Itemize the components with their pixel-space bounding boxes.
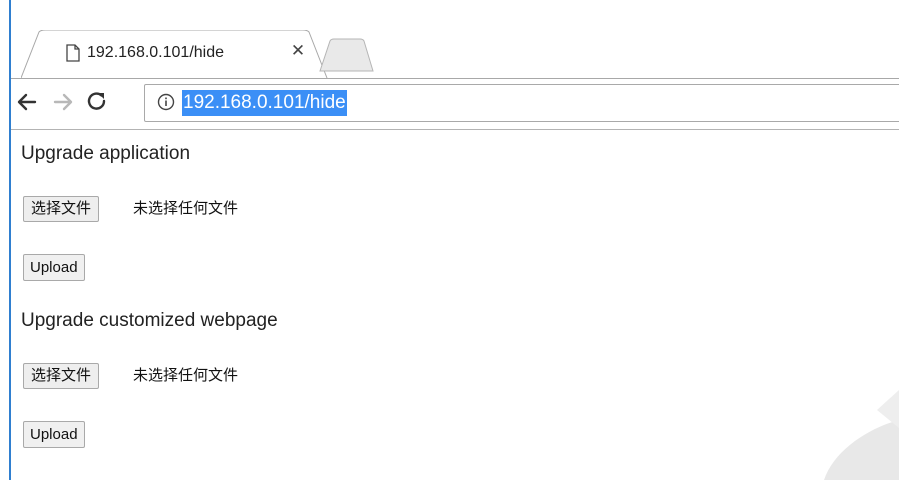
tab-title: 192.168.0.101/hide (87, 44, 225, 61)
tab-strip: 192.168.0.101/hide ✕ (11, 0, 899, 78)
tab-active[interactable]: 192.168.0.101/hide ✕ (21, 30, 331, 78)
forward-arrow-icon[interactable] (50, 89, 76, 115)
address-bar[interactable]: 192.168.0.101/hide (144, 84, 899, 122)
new-tab-button[interactable] (316, 38, 376, 72)
upload-button-application[interactable]: Upload (23, 254, 85, 281)
page-icon (66, 44, 80, 62)
browser-chrome: 192.168.0.101/hide ✕ 192.168.0.101/hide (11, 0, 899, 130)
file-status-text: 未选择任何文件 (133, 367, 239, 384)
choose-file-button[interactable]: 选择文件 (23, 196, 100, 222)
choose-file-button[interactable]: 选择文件 (23, 363, 100, 389)
back-arrow-icon[interactable] (14, 89, 40, 115)
watermark-graphic (824, 390, 899, 480)
toolbar: 192.168.0.101/hide (11, 78, 899, 130)
url-text[interactable]: 192.168.0.101/hide (182, 90, 347, 116)
info-icon[interactable] (157, 93, 175, 111)
section-heading-application: Upgrade application (21, 143, 191, 164)
browser-window: 192.168.0.101/hide ✕ 192.168.0.101/hide … (0, 0, 899, 480)
section-heading-webpage: Upgrade customized webpage (21, 310, 278, 331)
upload-button-webpage[interactable]: Upload (23, 421, 85, 448)
reload-icon[interactable] (84, 89, 110, 115)
file-status-text: 未选择任何文件 (133, 200, 239, 217)
close-icon[interactable]: ✕ (288, 41, 308, 61)
